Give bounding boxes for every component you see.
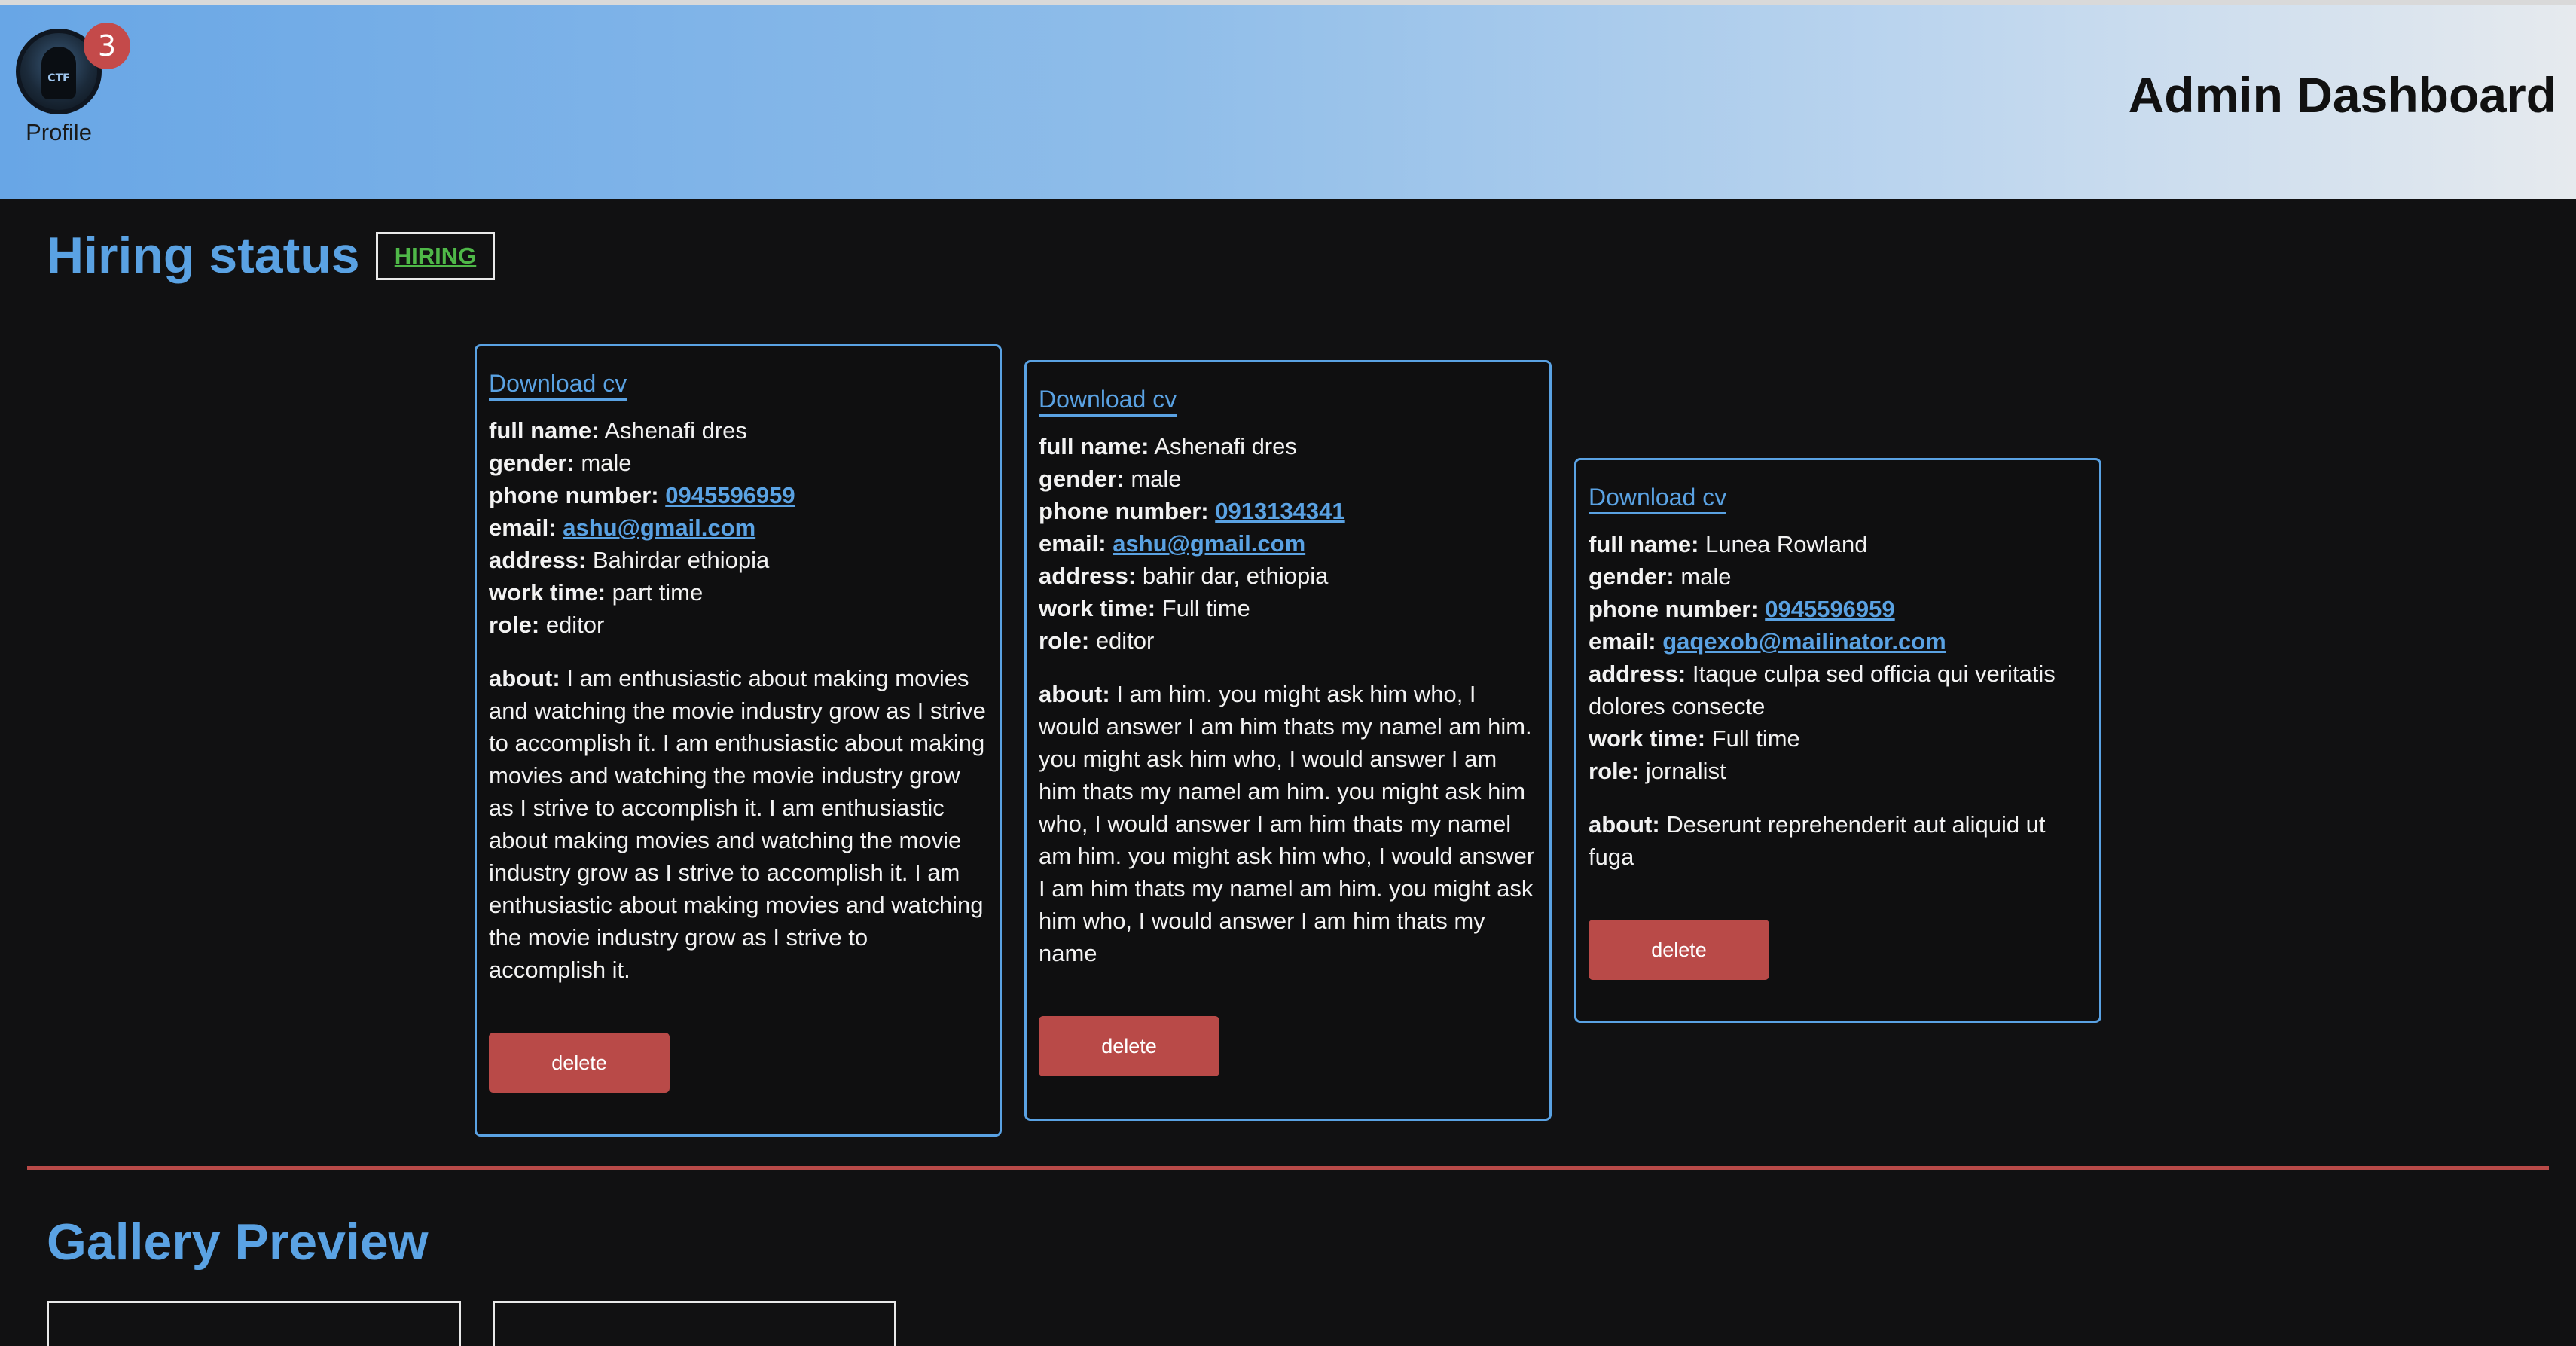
gallery-item[interactable] [493,1301,896,1346]
full-name-row: full name: Ashenafi dres [1039,430,1537,462]
address-value: Bahirdar ethiopia [592,547,770,573]
gender-value: male [1680,563,1732,590]
email-link[interactable]: gaqexob@mailinator.com [1662,628,1946,655]
phone-label: phone number: [1039,498,1209,524]
role-value: editor [1095,627,1155,654]
download-cv-link[interactable]: Download cv [1589,482,1727,514]
download-cv-link[interactable]: Download cv [489,368,627,401]
role-label: role: [1039,627,1090,654]
page-title: Admin Dashboard [2128,67,2556,123]
email-label: email: [1039,530,1106,557]
gender-row: gender: male [1039,462,1537,495]
applicant-card: Download cv full name: Lunea Rowland gen… [1574,458,2101,1023]
applicant-card: Download cv full name: Ashenafi dres gen… [1024,360,1552,1121]
role-value: jornalist [1645,758,1726,784]
delete-button[interactable]: delete [489,1033,670,1093]
about-row: about: I am enthusiastic about making mo… [489,662,987,986]
gallery-preview-title: Gallery Preview [47,1213,429,1271]
about-label: about: [489,665,560,691]
address-label: address: [1589,661,1686,687]
full-name-value: Ashenafi dres [604,417,747,444]
avatar[interactable]: CTF 3 [16,23,130,114]
email-label: email: [489,514,557,541]
email-link[interactable]: ashu@gmail.com [563,514,755,541]
section-divider [27,1166,2549,1170]
email-row: email: ashu@gmail.com [1039,527,1537,560]
full-name-label: full name: [489,417,600,444]
email-row: email: gaqexob@mailinator.com [1589,625,2087,658]
phone-row: phone number: 0945596959 [489,479,987,511]
full-name-value: Ashenafi dres [1154,433,1297,459]
phone-link[interactable]: 0945596959 [1765,596,1894,622]
role-row: role: jornalist [1589,755,2087,787]
phone-label: phone number: [1589,596,1759,622]
gender-value: male [1131,465,1182,492]
address-row: address: bahir dar, ethiopia [1039,560,1537,592]
full-name-label: full name: [1589,531,1699,557]
full-name-row: full name: Lunea Rowland [1589,528,2087,560]
header-bar: CTF 3 Profile Admin Dashboard [0,5,2576,199]
address-label: address: [1039,563,1137,589]
delete-button[interactable]: delete [1039,1016,1219,1076]
notification-badge[interactable]: 3 [84,23,130,69]
role-row: role: editor [489,609,987,641]
about-row: about: I am him. you might ask him who, … [1039,678,1537,969]
work-time-label: work time: [1589,725,1706,752]
download-cv-link[interactable]: Download cv [1039,384,1177,417]
work-time-value: Full time [1711,725,1800,752]
work-time-value: part time [612,579,704,606]
full-name-row: full name: Ashenafi dres [489,414,987,447]
role-value: editor [545,612,605,638]
gender-label: gender: [489,450,575,476]
avatar-logo-text: CTF [47,72,70,84]
about-value: I am enthusiastic about making movies an… [489,665,986,983]
phone-link[interactable]: 0945596959 [665,482,795,508]
about-label: about: [1589,811,1660,838]
about-row: about: Deserunt reprehenderit aut aliqui… [1589,808,2087,873]
email-link[interactable]: ashu@gmail.com [1113,530,1305,557]
work-time-label: work time: [1039,595,1156,621]
gender-label: gender: [1039,465,1125,492]
phone-row: phone number: 0913134341 [1039,495,1537,527]
phone-link[interactable]: 0913134341 [1215,498,1344,524]
address-row: address: Itaque culpa sed officia qui ve… [1589,658,2087,722]
work-time-row: work time: Full time [1039,592,1537,624]
hiring-status-title: Hiring status [47,227,360,284]
work-time-row: work time: Full time [1589,722,2087,755]
phone-row: phone number: 0945596959 [1589,593,2087,625]
role-label: role: [489,612,540,638]
gender-value: male [581,450,632,476]
gallery-item[interactable] [47,1301,461,1346]
work-time-row: work time: part time [489,576,987,609]
full-name-value: Lunea Rowland [1705,531,1868,557]
address-row: address: Bahirdar ethiopia [489,544,987,576]
role-label: role: [1589,758,1640,784]
delete-button[interactable]: delete [1589,920,1769,980]
address-value: bahir dar, ethiopia [1142,563,1329,589]
about-label: about: [1039,681,1110,707]
gender-label: gender: [1589,563,1674,590]
hiring-status-toggle[interactable]: HIRING [376,232,495,280]
full-name-label: full name: [1039,433,1149,459]
email-row: email: ashu@gmail.com [489,511,987,544]
applicant-card: Download cv full name: Ashenafi dres gen… [475,344,1002,1137]
role-row: role: editor [1039,624,1537,657]
work-time-value: Full time [1161,595,1250,621]
gender-row: gender: male [1589,560,2087,593]
phone-label: phone number: [489,482,659,508]
profile-label[interactable]: Profile [14,119,104,146]
address-label: address: [489,547,587,573]
profile-button[interactable]: CTF 3 Profile [14,23,130,146]
email-label: email: [1589,628,1656,655]
work-time-label: work time: [489,579,606,606]
gender-row: gender: male [489,447,987,479]
about-value: I am him. you might ask him who, I would… [1039,681,1535,966]
